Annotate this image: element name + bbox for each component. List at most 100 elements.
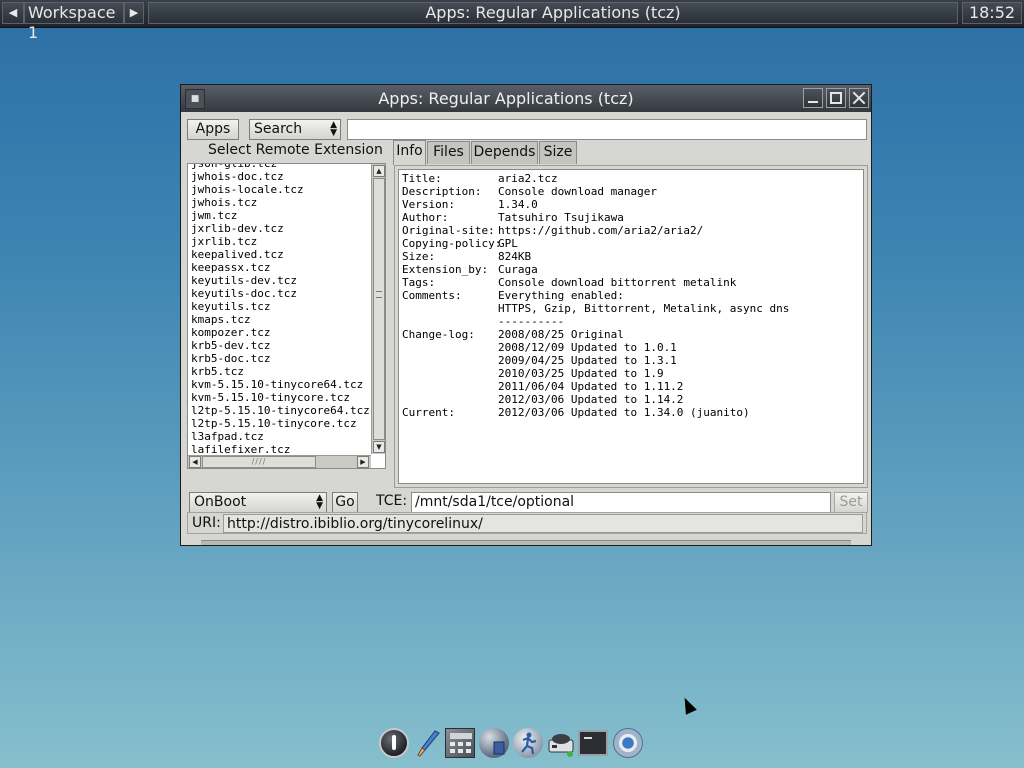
info-key: Original-site: <box>402 224 495 237</box>
info-key: Change-log: <box>402 328 475 341</box>
list-item[interactable]: keyutils-dev.tcz <box>191 274 371 287</box>
scroll-left-icon[interactable]: ◀ <box>189 456 201 468</box>
list-item[interactable]: kvm-5.15.10-tinycore64.tcz <box>191 378 371 391</box>
app-installer-icon[interactable] <box>479 728 509 758</box>
list-item[interactable]: krb5.tcz <box>191 365 371 378</box>
minimize-button[interactable] <box>803 88 823 108</box>
list-item[interactable]: l2tp-5.15.10-tinycore.tcz <box>191 417 371 430</box>
info-value: Console download bittorrent metalink <box>498 276 737 289</box>
list-item[interactable]: kmaps.tcz <box>191 313 371 326</box>
window-title: Apps: Regular Applications (tcz) <box>378 89 634 108</box>
info-row: Current: 2012/03/06 Updated to 1.34.0 (ju… <box>402 406 863 419</box>
info-text-area[interactable]: Title: aria2.tcz Description: Console downl… <box>398 169 864 484</box>
go-button[interactable]: Go <box>332 492 358 513</box>
list-item[interactable]: jwhois.tcz <box>191 196 371 209</box>
info-row: Size: 824KB <box>402 250 863 263</box>
search-mode-select[interactable]: Search ▲ ▼ <box>249 119 341 140</box>
extension-list: json-glib.tcz jwhois-doc.tcz jwhois-locale… <box>191 164 371 468</box>
info-value: 2012/03/06 Updated to 1.14.2 <box>498 393 684 406</box>
info-key: Author: <box>402 211 449 224</box>
scroll-down-icon[interactable]: ▼ <box>373 441 385 453</box>
apps-window: ■ Apps: Regular Applications (tcz) Apps … <box>180 84 872 546</box>
list-item[interactable]: kompozer.tcz <box>191 326 371 339</box>
info-row: Original-site: https://github.com/aria2/a… <box>402 224 863 237</box>
paint-brush-icon[interactable] <box>413 728 443 758</box>
list-label: Select Remote Extension <box>208 142 383 158</box>
grip-icon <box>376 291 382 298</box>
info-value: 2010/03/25 Updated to 1.9 <box>498 367 664 380</box>
info-row: Author: Tatsuhiro Tsujikawa <box>402 211 863 224</box>
tab-files[interactable]: Files <box>427 141 470 164</box>
tab-size[interactable]: Size <box>539 141 577 164</box>
web-browser-icon[interactable] <box>613 728 643 758</box>
info-key: Tags: <box>402 276 436 289</box>
list-item[interactable]: keepalived.tcz <box>191 248 371 261</box>
info-value: HTTPS, Gzip, Bittorrent, Metalink, async… <box>498 302 790 315</box>
list-item[interactable]: jwhois-locale.tcz <box>191 183 371 196</box>
search-input[interactable] <box>347 119 867 140</box>
info-key: Comments: <box>402 289 462 302</box>
horizontal-scrollbar[interactable]: ◀ //// ▶ <box>188 455 371 468</box>
run-icon[interactable] <box>513 728 543 758</box>
list-item[interactable]: jxrlib-dev.tcz <box>191 222 371 235</box>
scroll-up-icon[interactable]: ▲ <box>373 165 385 177</box>
taskbar-window-button[interactable]: Apps: Regular Applications (tcz) <box>148 2 958 24</box>
info-key: Size: <box>402 250 436 263</box>
boot-option-select[interactable]: OnBoot ▲ ▼ <box>189 492 327 513</box>
chevron-updown-icon: ▲ ▼ <box>330 120 337 138</box>
list-item[interactable]: keyutils.tcz <box>191 300 371 313</box>
list-item[interactable]: keyutils-doc.tcz <box>191 287 371 300</box>
maximize-button[interactable] <box>826 88 846 108</box>
info-key: Copying-policy: <box>402 237 502 250</box>
tab-depends[interactable]: Depends <box>471 141 538 164</box>
scroll-right-icon[interactable]: ▶ <box>357 456 369 468</box>
mouse-cursor-icon <box>679 695 697 715</box>
logout-icon[interactable] <box>379 728 409 758</box>
info-value: Tatsuhiro Tsujikawa <box>498 211 624 224</box>
mount-tool-icon[interactable] <box>546 728 576 758</box>
horizontal-scroll-thumb[interactable]: //// <box>202 456 316 468</box>
extension-list-panel: json-glib.tcz jwhois-doc.tcz jwhois-locale… <box>187 163 386 469</box>
list-item[interactable]: krb5-dev.tcz <box>191 339 371 352</box>
list-item[interactable]: kvm-5.15.10-tinycore.tcz <box>191 391 371 404</box>
info-value: 2008/08/25 Original <box>498 328 624 341</box>
close-button[interactable] <box>849 88 869 108</box>
workspace-next-button[interactable]: ▶ <box>124 2 144 24</box>
list-item[interactable]: keepassx.tcz <box>191 261 371 274</box>
set-button[interactable]: Set <box>834 492 868 513</box>
search-mode-label: Search <box>254 121 303 137</box>
list-item[interactable]: l3afpad.tcz <box>191 430 371 443</box>
info-value: GPL <box>498 237 518 250</box>
list-item[interactable]: l2tp-5.15.10-tinycore64.tcz <box>191 404 371 417</box>
window-titlebar[interactable]: ■ Apps: Regular Applications (tcz) <box>181 85 871 112</box>
vertical-scrollbar[interactable]: ▲ ▼ <box>371 164 385 454</box>
info-value: 2009/04/25 Updated to 1.3.1 <box>498 354 677 367</box>
workspace-prev-button[interactable]: ◀ <box>2 2 24 24</box>
list-item[interactable]: jxrlib.tcz <box>191 235 371 248</box>
tce-path-field[interactable]: /mnt/sda1/tce/optional <box>411 492 831 513</box>
window-bottom-edge <box>201 540 851 545</box>
info-row: 2008/12/09 Updated to 1.0.1 <box>402 341 863 354</box>
info-key: Title: <box>402 172 442 185</box>
uri-field[interactable]: http://distro.ibiblio.org/tinycorelinux/ <box>223 514 863 533</box>
chevron-updown-icon: ▲ ▼ <box>316 493 323 511</box>
scroll-thumb[interactable] <box>373 178 385 440</box>
dock <box>377 726 647 762</box>
list-item[interactable]: jwm.tcz <box>191 209 371 222</box>
calculator-icon[interactable] <box>445 728 475 758</box>
tab-info[interactable]: Info <box>393 140 426 165</box>
list-item[interactable]: json-glib.tcz <box>191 164 371 170</box>
terminal-icon[interactable] <box>578 730 608 756</box>
info-value: 2008/12/09 Updated to 1.0.1 <box>498 341 677 354</box>
info-row: Title: aria2.tcz <box>402 172 863 185</box>
info-row: 2012/03/06 Updated to 1.14.2 <box>402 393 863 406</box>
list-item[interactable]: jwhois-doc.tcz <box>191 170 371 183</box>
info-row: HTTPS, Gzip, Bittorrent, Metalink, async… <box>402 302 863 315</box>
info-value: 2011/06/04 Updated to 1.11.2 <box>498 380 684 393</box>
info-row: Tags: Console download bittorrent metalin… <box>402 276 863 289</box>
info-row: 2010/03/25 Updated to 1.9 <box>402 367 863 380</box>
workspace-label[interactable]: Workspace 1 <box>24 2 124 42</box>
list-item[interactable]: krb5-doc.tcz <box>191 352 371 365</box>
apps-menu-button[interactable]: Apps <box>187 119 239 140</box>
info-row: Comments: Everything enabled: <box>402 289 863 302</box>
